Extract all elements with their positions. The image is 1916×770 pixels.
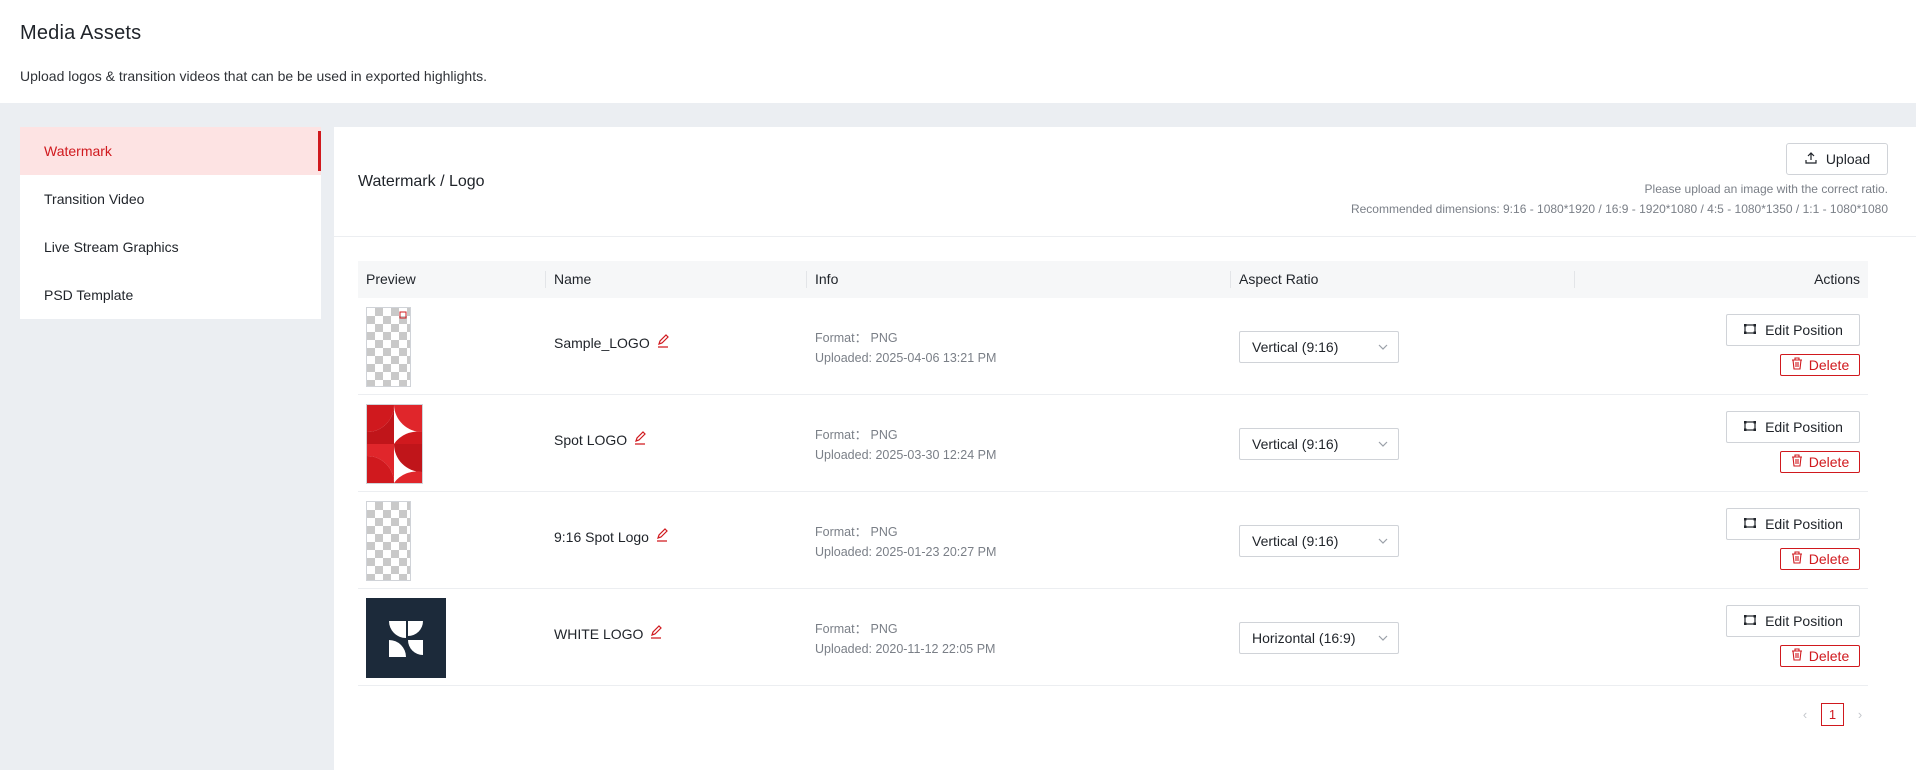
chevron-down-icon: [1378, 429, 1388, 469]
edit-position-label: Edit Position: [1765, 322, 1843, 338]
edit-position-label: Edit Position: [1765, 419, 1843, 435]
panel-title: Watermark / Logo: [358, 173, 485, 190]
column-header-actions: Actions: [1814, 271, 1860, 287]
edit-position-button[interactable]: Edit Position: [1726, 508, 1860, 540]
asset-info: Format： PNG Uploaded: 2025-04-06 13:21 P…: [815, 328, 996, 368]
crop-icon: [1743, 419, 1757, 436]
upload-icon: [1804, 151, 1818, 168]
panel-header: Watermark / Logo Upload Please upload an…: [334, 127, 1916, 237]
crop-icon: [1743, 613, 1757, 630]
column-header-name: Name: [546, 261, 807, 298]
logo-table: Preview Name Info Aspect Ratio Actions S…: [358, 261, 1868, 686]
uploaded-text: Uploaded: 2020-11-12 22:05 PM: [815, 642, 996, 656]
upload-button[interactable]: Upload: [1786, 143, 1888, 175]
uploaded-text: Uploaded: 2025-01-23 20:27 PM: [815, 545, 997, 559]
delete-button[interactable]: Delete: [1780, 354, 1860, 376]
aspect-ratio-value: Vertical (9:16): [1252, 339, 1339, 355]
column-header-preview: Preview: [358, 261, 546, 298]
aspect-ratio-select[interactable]: Vertical (9:16): [1239, 428, 1399, 460]
edit-name-icon[interactable]: [655, 528, 669, 545]
delete-label: Delete: [1808, 357, 1850, 373]
sidebar: Watermark Transition Video Live Stream G…: [20, 127, 321, 319]
recommended-dimensions: Recommended dimensions: 9:16 - 1080*1920…: [1350, 202, 1888, 216]
delete-label: Delete: [1808, 551, 1850, 567]
asset-name-text: 9:16 Spot Logo: [554, 528, 649, 545]
asset-name-text: Spot LOGO: [554, 431, 628, 448]
edit-name-icon[interactable]: [649, 625, 663, 642]
delete-button[interactable]: Delete: [1780, 548, 1860, 570]
pagination: ‹ 1 ›: [1797, 703, 1868, 726]
next-page-icon[interactable]: ›: [1852, 707, 1868, 722]
aspect-ratio-value: Horizontal (16:9): [1252, 630, 1356, 646]
asset-name: WHITE LOGO: [554, 625, 663, 642]
sidebar-item-psd-template[interactable]: PSD Template: [20, 271, 321, 319]
format-text: Format： PNG: [815, 428, 898, 442]
table-row: 9:16 Spot Logo Format： PNG Uploaded: 202…: [358, 492, 1868, 589]
format-text: Format： PNG: [815, 331, 898, 345]
upload-hint: Please upload an image with the correct …: [1644, 182, 1888, 196]
asset-info: Format： PNG Uploaded: 2025-03-30 12:24 P…: [815, 425, 996, 465]
aspect-ratio-value: Vertical (9:16): [1252, 436, 1339, 452]
edit-name-icon[interactable]: [656, 334, 670, 351]
edit-position-button[interactable]: Edit Position: [1726, 314, 1860, 346]
asset-name-text: WHITE LOGO: [554, 625, 644, 642]
logo-preview-thumbnail: [366, 598, 446, 678]
delete-label: Delete: [1808, 454, 1850, 470]
aspect-ratio-value: Vertical (9:16): [1252, 533, 1339, 549]
logo-preview-thumbnail: [366, 404, 423, 484]
crop-icon: [1743, 516, 1757, 533]
sidebar-item-live-stream-graphics[interactable]: Live Stream Graphics: [20, 223, 321, 271]
table-row: WHITE LOGO Format： PNG Uploaded: 2020-11…: [358, 589, 1868, 686]
column-header-aspect-ratio: Aspect Ratio: [1231, 261, 1575, 298]
logo-preview-thumbnail: [366, 501, 411, 581]
page-header: Media Assets Upload logos & transition v…: [0, 0, 1916, 103]
trash-icon: [1791, 357, 1803, 373]
edit-name-icon[interactable]: [633, 431, 647, 448]
asset-name: 9:16 Spot Logo: [554, 528, 669, 545]
page-title: Media Assets: [20, 22, 142, 44]
table-row: Spot LOGO Format： PNG Uploaded: 2025-03-…: [358, 395, 1868, 492]
format-text: Format： PNG: [815, 525, 898, 539]
trash-icon: [1791, 551, 1803, 567]
chevron-down-icon: [1378, 623, 1388, 663]
table-header: Preview Name Info Aspect Ratio Actions: [358, 261, 1868, 298]
asset-info: Format： PNG Uploaded: 2025-01-23 20:27 P…: [815, 522, 996, 562]
prev-page-icon[interactable]: ‹: [1797, 707, 1813, 722]
trash-icon: [1791, 648, 1803, 664]
asset-info: Format： PNG Uploaded: 2020-11-12 22:05 P…: [815, 619, 995, 659]
page-description: Upload logos & transition videos that ca…: [20, 68, 487, 84]
trash-icon: [1791, 454, 1803, 470]
asset-name: Spot LOGO: [554, 431, 647, 448]
edit-position-button[interactable]: Edit Position: [1726, 411, 1860, 443]
edit-position-label: Edit Position: [1765, 516, 1843, 532]
aspect-ratio-select[interactable]: Vertical (9:16): [1239, 525, 1399, 557]
crop-icon: [1743, 322, 1757, 339]
edit-position-label: Edit Position: [1765, 613, 1843, 629]
aspect-ratio-select[interactable]: Horizontal (16:9): [1239, 622, 1399, 654]
delete-button[interactable]: Delete: [1780, 645, 1860, 667]
watermark-panel: Watermark / Logo Upload Please upload an…: [334, 127, 1916, 770]
format-text: Format： PNG: [815, 622, 898, 636]
page-number[interactable]: 1: [1821, 703, 1844, 726]
chevron-down-icon: [1378, 332, 1388, 372]
delete-button[interactable]: Delete: [1780, 451, 1860, 473]
table-row: Sample_LOGO Format： PNG Uploaded: 2025-0…: [358, 298, 1868, 395]
sidebar-item-transition-video[interactable]: Transition Video: [20, 175, 321, 223]
asset-name: Sample_LOGO: [554, 334, 670, 351]
upload-label: Upload: [1825, 151, 1871, 167]
logo-preview-thumbnail: [366, 307, 411, 387]
column-header-info: Info: [807, 261, 1231, 298]
uploaded-text: Uploaded: 2025-03-30 12:24 PM: [815, 448, 997, 462]
delete-label: Delete: [1808, 648, 1850, 664]
chevron-down-icon: [1378, 526, 1388, 566]
edit-position-button[interactable]: Edit Position: [1726, 605, 1860, 637]
aspect-ratio-select[interactable]: Vertical (9:16): [1239, 331, 1399, 363]
asset-name-text: Sample_LOGO: [554, 334, 650, 351]
sidebar-item-watermark[interactable]: Watermark: [20, 127, 321, 175]
uploaded-text: Uploaded: 2025-04-06 13:21 PM: [815, 351, 997, 365]
